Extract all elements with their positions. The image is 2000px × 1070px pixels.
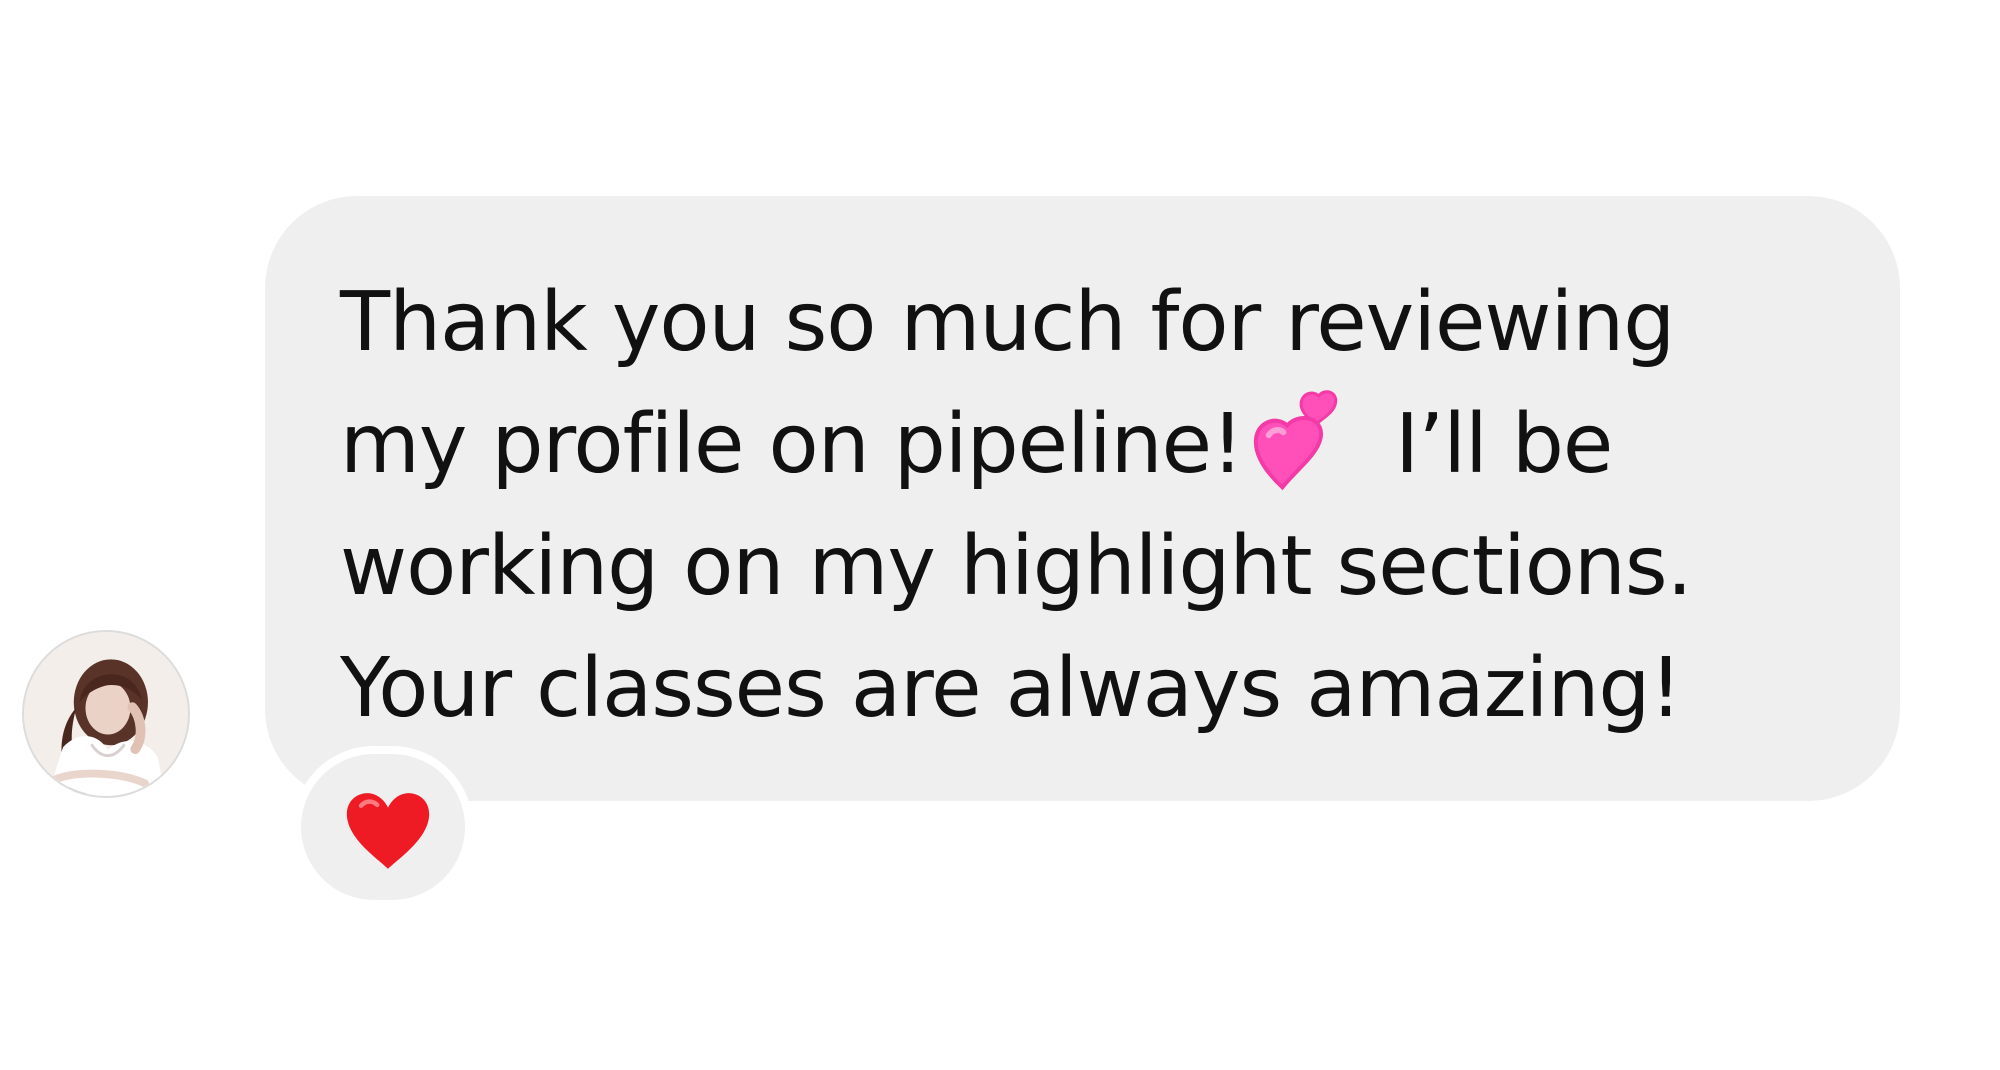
profile-photo-icon bbox=[24, 632, 188, 796]
message-text: Thank you so much for reviewing my profi… bbox=[340, 262, 1830, 750]
avatar[interactable] bbox=[22, 630, 190, 798]
red-heart-icon bbox=[343, 788, 433, 874]
message-line-3: working on my highlight sections. bbox=[340, 519, 1693, 614]
two-hearts-icon bbox=[1249, 388, 1367, 506]
message-line-4: Your classes are always amazing! bbox=[340, 641, 1682, 736]
message-line-2-start: my profile on pipeline! bbox=[340, 397, 1244, 492]
message-line-1: Thank you so much for reviewing bbox=[340, 275, 1675, 370]
reaction-pill[interactable] bbox=[293, 746, 473, 908]
message-line-2-end: I’ll be bbox=[1394, 397, 1613, 492]
message-bubble[interactable]: Thank you so much for reviewing my profi… bbox=[265, 196, 1900, 801]
message-line-2: my profile on pipeline! I’ll be bbox=[340, 384, 1830, 506]
